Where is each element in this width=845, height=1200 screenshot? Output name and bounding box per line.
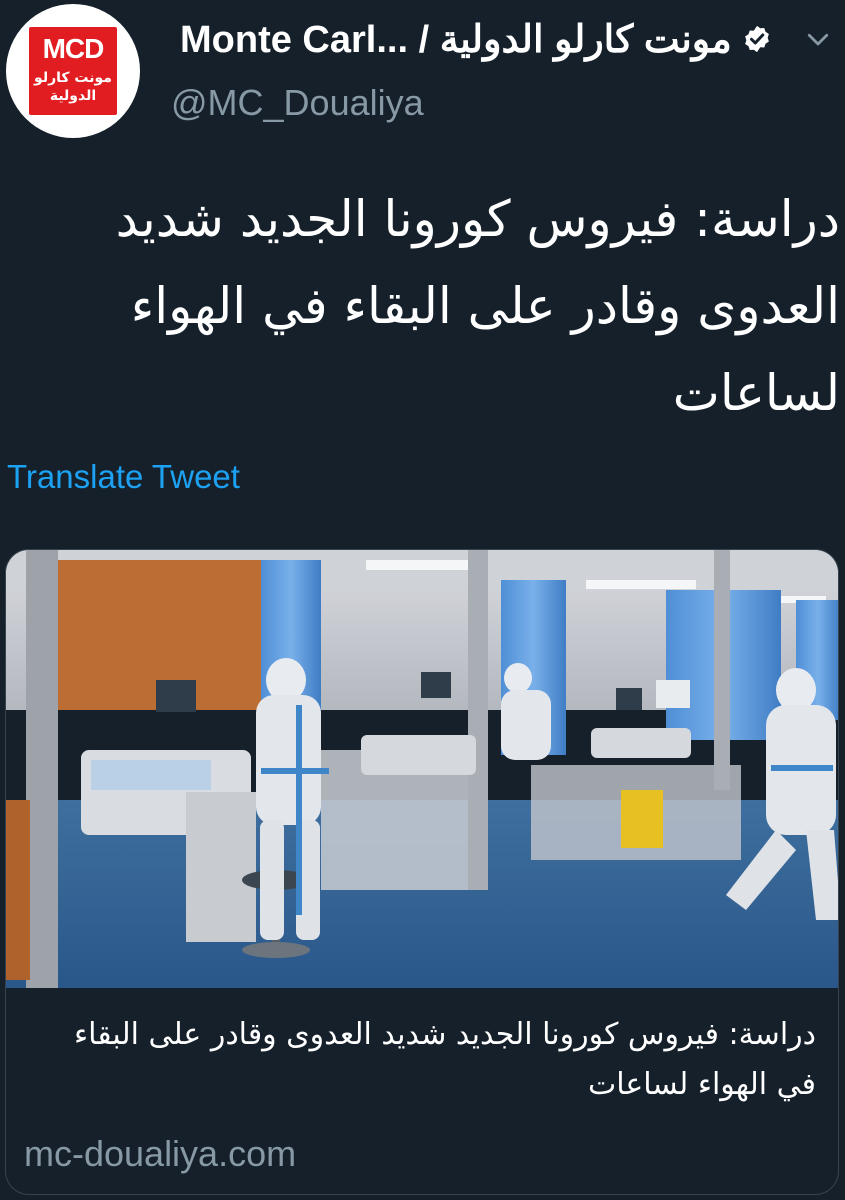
link-card[interactable]: دراسة: فيروس كورونا الجديد شديد العدوى و…	[5, 549, 839, 1195]
name-row[interactable]: Monte Carl... / مونت كارلو الدولية	[180, 14, 772, 64]
display-name[interactable]: Monte Carl... / مونت كارلو الدولية	[180, 17, 732, 62]
chevron-down-icon[interactable]	[803, 24, 833, 54]
logo-text: MCD	[42, 33, 105, 64]
verified-badge-icon	[744, 25, 769, 53]
logo-subtext: مونت كارلو الدولية	[34, 70, 112, 104]
translate-tweet-link[interactable]: Translate Tweet	[7, 458, 240, 496]
card-image[interactable]	[6, 550, 839, 988]
tweet-header: MCD مونت كارلو الدولية Monte Carl... / م…	[0, 0, 845, 150]
mcd-logo: MCD مونت كارلو الدولية	[29, 27, 117, 115]
card-domain[interactable]: mc-doualiya.com	[24, 1133, 296, 1175]
user-handle[interactable]: @MC_Doualiya	[171, 82, 424, 124]
avatar[interactable]: MCD مونت كارلو الدولية	[6, 4, 140, 138]
card-title[interactable]: دراسة: فيروس كورونا الجديد شديد العدوى و…	[26, 1010, 816, 1110]
tweet-text: دراسة: فيروس كورونا الجديد شديد العدوى و…	[115, 190, 840, 422]
